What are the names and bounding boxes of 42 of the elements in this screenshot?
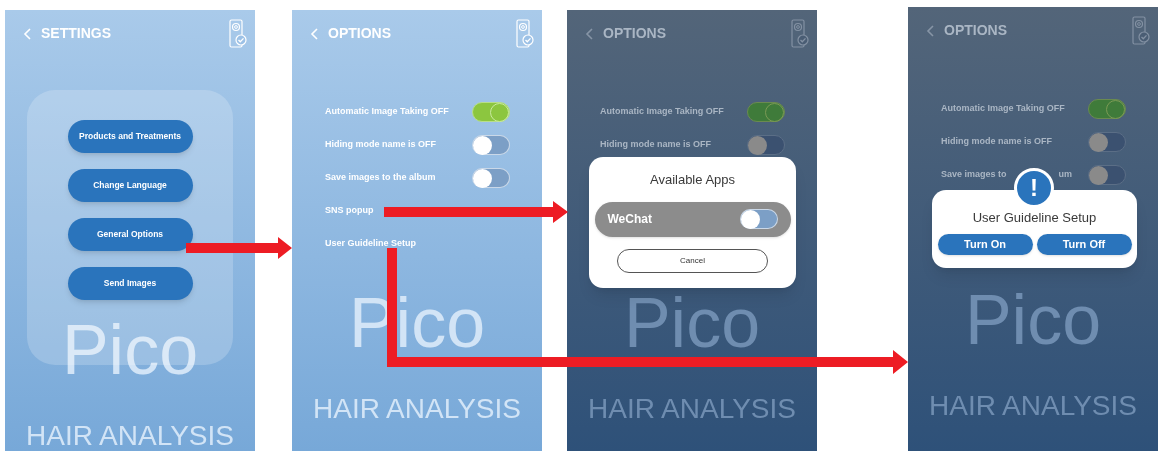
menu-button[interactable]: Change Language <box>67 169 193 202</box>
watermark-text: HAIR ANALYSIS <box>588 394 796 424</box>
watermark-text: Pico <box>623 288 761 358</box>
watermark-text: HAIR ANALYSIS <box>313 394 521 424</box>
option-label: um <box>1058 168 1073 182</box>
option-label: Hiding mode name is OFF <box>600 138 711 152</box>
option-label: Hiding mode name is OFF <box>941 135 1052 149</box>
dialog-button[interactable]: Turn On <box>937 233 1033 255</box>
option-label: Hiding mode name is OFF <box>325 138 436 152</box>
back-icon[interactable] <box>585 27 593 40</box>
option-label: Automatic Image Taking OFF <box>600 105 724 119</box>
option-label: Automatic Image Taking OFF <box>325 105 449 119</box>
toggle-switch[interactable] <box>747 102 785 122</box>
device-check-icon[interactable] <box>516 18 534 49</box>
device-check-icon[interactable] <box>1132 15 1150 46</box>
back-icon[interactable] <box>926 24 934 37</box>
option-label: Save images to the album <box>325 171 436 185</box>
screen-title: SETTINGS <box>41 24 111 43</box>
dialog-title: User Guideline Setup <box>972 209 1097 227</box>
watermark-text: HAIR ANALYSIS <box>929 391 1137 421</box>
alert-badge: ! <box>1014 168 1054 208</box>
app-row[interactable]: WeChat <box>594 201 791 237</box>
menu-button[interactable]: Send Images <box>67 267 193 300</box>
app-name: WeChat <box>607 211 652 228</box>
toggle-switch[interactable] <box>1088 165 1126 185</box>
screen-title: OPTIONS <box>328 24 391 43</box>
toggle-switch[interactable] <box>747 135 785 155</box>
watermark-text: HAIR ANALYSIS <box>26 421 234 451</box>
watermark-text: Pico <box>964 285 1102 355</box>
option-label: Save images to <box>941 168 1007 182</box>
option-label: Automatic Image Taking OFF <box>941 102 1065 116</box>
menu-button[interactable]: General Options <box>67 218 193 251</box>
watermark-text: Pico <box>61 315 199 385</box>
screen-title: OPTIONS <box>603 24 666 43</box>
toggle-switch[interactable] <box>1088 99 1126 119</box>
dialog-title: Available Apps <box>649 171 735 189</box>
screen-title: OPTIONS <box>944 21 1007 40</box>
toggle-switch[interactable] <box>1088 132 1126 152</box>
dialog-button[interactable]: Turn Off <box>1036 233 1132 255</box>
device-check-icon[interactable] <box>229 18 247 49</box>
device-check-icon[interactable] <box>791 18 809 49</box>
menu-button[interactable]: Products and Treatments <box>67 120 193 153</box>
